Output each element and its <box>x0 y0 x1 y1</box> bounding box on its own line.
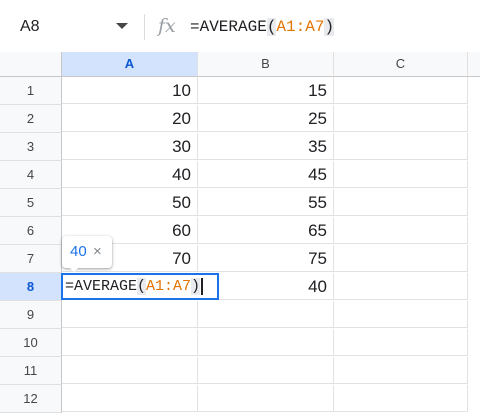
cell-a1[interactable]: 10 <box>62 77 198 104</box>
cell-b4[interactable]: 45 <box>198 161 334 188</box>
cell-c1[interactable] <box>334 77 468 104</box>
cell-b3[interactable]: 35 <box>198 133 334 160</box>
cell-c10[interactable] <box>334 329 468 356</box>
formula-preview-tooltip: 40 × <box>62 236 112 272</box>
cell-b2[interactable]: 25 <box>198 105 334 132</box>
row-header-4[interactable]: 4 <box>0 161 62 189</box>
cell-b6[interactable]: 65 <box>198 217 334 244</box>
column-header-c[interactable]: C <box>334 52 468 77</box>
row-header-7[interactable]: 7 <box>0 245 62 273</box>
cell-a10[interactable] <box>62 329 198 356</box>
cell-c8[interactable] <box>334 273 468 300</box>
cell-b1[interactable]: 15 <box>198 77 334 104</box>
row-header-2[interactable]: 2 <box>0 105 62 133</box>
close-icon[interactable]: × <box>93 236 102 268</box>
cell-a11[interactable] <box>62 357 198 384</box>
cell-c9[interactable] <box>334 301 468 328</box>
cell-b11[interactable] <box>198 357 334 384</box>
column-header-d[interactable] <box>468 52 480 77</box>
cell-a5[interactable]: 50 <box>62 189 198 216</box>
cell-c5[interactable] <box>334 189 468 216</box>
cell-a12[interactable] <box>62 385 198 412</box>
cell-formula-range-ref: A1:A7 <box>146 278 192 295</box>
row-header-8[interactable]: 8 <box>0 273 62 301</box>
row-header-12[interactable]: 12 <box>0 385 62 413</box>
tooltip-pointer <box>68 266 80 272</box>
cell-a3[interactable]: 30 <box>62 133 198 160</box>
formula-function: =AVERAGE <box>190 18 267 36</box>
cell-b9[interactable] <box>198 301 334 328</box>
cell-formula-close-paren: ) <box>191 278 201 295</box>
cell-c2[interactable] <box>334 105 468 132</box>
cell-b12[interactable] <box>198 385 334 412</box>
column-header-b[interactable]: B <box>198 52 334 77</box>
fx-icon: fx <box>158 15 176 37</box>
cell-b7[interactable]: 75 <box>198 245 334 272</box>
formula-bar-divider <box>144 14 145 40</box>
cell-formula-open-paren: ( <box>137 278 147 295</box>
formula-preview-value: 40 <box>70 243 87 260</box>
cell-c11[interactable] <box>334 357 468 384</box>
cell-a4[interactable]: 40 <box>62 161 198 188</box>
cell-c4[interactable] <box>334 161 468 188</box>
name-box[interactable]: A8 <box>20 15 80 39</box>
active-cell-editor[interactable]: =AVERAGE(A1:A7) <box>61 273 219 300</box>
cell-c6[interactable] <box>334 217 468 244</box>
cell-b10[interactable] <box>198 329 334 356</box>
name-box-dropdown-icon[interactable] <box>116 23 128 29</box>
row-header-9[interactable]: 9 <box>0 301 62 329</box>
cell-b5[interactable]: 55 <box>198 189 334 216</box>
cell-a9[interactable] <box>62 301 198 328</box>
cell-c12[interactable] <box>334 385 468 412</box>
select-all-corner[interactable] <box>0 52 62 77</box>
row-header-11[interactable]: 11 <box>0 357 62 385</box>
row-header-10[interactable]: 10 <box>0 329 62 357</box>
formula-close-paren: ) <box>324 18 335 36</box>
row-header-3[interactable]: 3 <box>0 133 62 161</box>
formula-bar: A8 fx =AVERAGE(A1:A7) <box>0 0 480 53</box>
row-header-1[interactable]: 1 <box>0 77 62 105</box>
formula-input[interactable]: =AVERAGE(A1:A7) <box>190 15 335 39</box>
formula-range-ref: A1:A7 <box>276 18 325 36</box>
row-header-5[interactable]: 5 <box>0 189 62 217</box>
cell-c7[interactable] <box>334 245 468 272</box>
cell-formula-function: =AVERAGE <box>65 278 138 295</box>
cell-c3[interactable] <box>334 133 468 160</box>
text-cursor <box>201 278 204 295</box>
row-header-6[interactable]: 6 <box>0 217 62 245</box>
column-header-a[interactable]: A <box>62 52 198 77</box>
formula-open-paren: ( <box>266 18 277 36</box>
cell-a2[interactable]: 20 <box>62 105 198 132</box>
